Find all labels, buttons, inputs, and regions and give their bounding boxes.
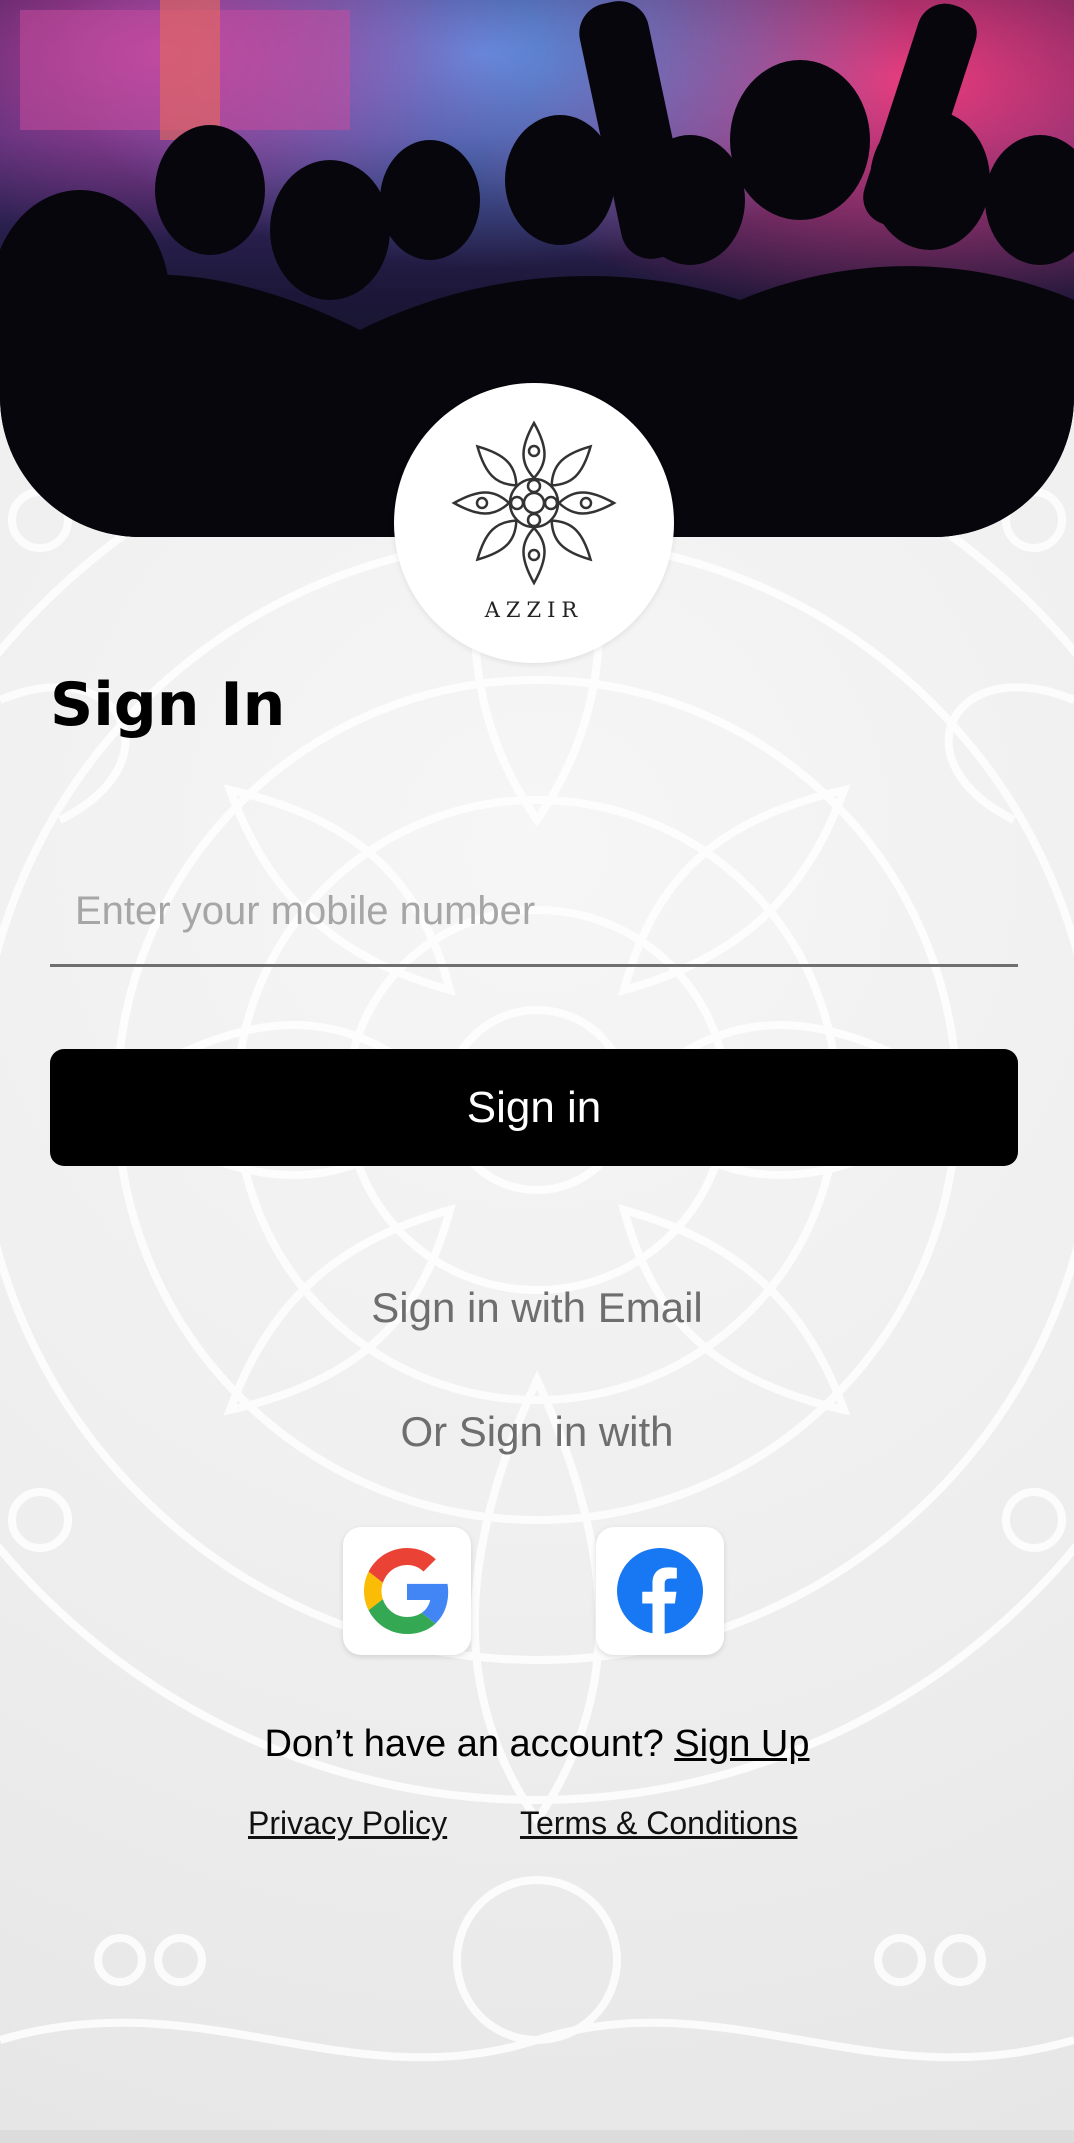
mandala-flower-icon [451, 420, 617, 586]
bottom-edge [0, 2130, 1074, 2143]
brand-logo: AZZIR [394, 383, 674, 663]
terms-conditions-link[interactable]: Terms & Conditions [520, 1805, 797, 1842]
mobile-number-input[interactable] [73, 878, 977, 944]
mobile-number-field [50, 860, 1018, 967]
privacy-policy-link[interactable]: Privacy Policy [248, 1805, 447, 1842]
or-sign-in-with-label: Or Sign in with [400, 1408, 674, 1455]
google-icon [364, 1548, 449, 1634]
page-title: Sign In [50, 670, 286, 740]
signup-prompt: Don’t have an account? Sign Up [0, 1723, 1074, 1766]
facebook-icon [617, 1548, 703, 1634]
sign-in-with-email-link[interactable]: Sign in with Email [0, 1284, 1074, 1332]
google-sign-in-button[interactable] [343, 1527, 471, 1655]
facebook-sign-in-button[interactable] [596, 1527, 724, 1655]
brand-name: AZZIR [484, 598, 584, 622]
sign-up-link[interactable]: Sign Up [674, 1723, 809, 1765]
no-account-text: Don’t have an account? [264, 1723, 675, 1765]
sign-in-button[interactable]: Sign in [50, 1049, 1018, 1166]
